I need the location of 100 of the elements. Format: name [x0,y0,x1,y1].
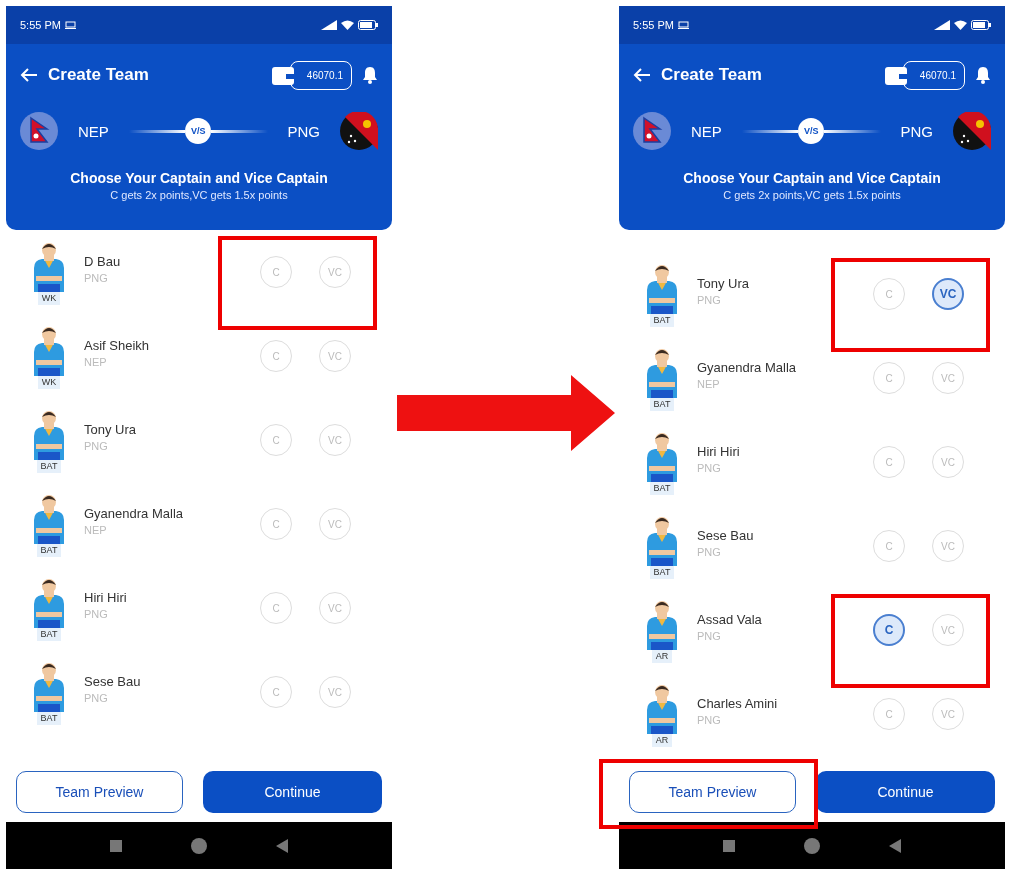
role-badge: AR [651,650,673,663]
back-arrow-icon[interactable] [633,67,651,83]
bell-icon[interactable] [975,66,991,84]
player-name: Gyanendra Malla [697,360,797,375]
vice-captain-toggle[interactable]: VC [319,676,351,708]
status-time: 5:55 PM [633,19,674,31]
bell-icon[interactable] [362,66,378,84]
wifi-icon [954,20,967,30]
vice-captain-toggle[interactable]: VC [319,592,351,624]
player-name: Charles Amini [697,696,779,711]
back-icon[interactable] [889,838,901,853]
vice-captain-toggle[interactable]: VC [932,278,964,310]
flag-icon [340,112,378,150]
role-badge: AR [651,734,673,747]
captain-toggle[interactable]: C [873,278,905,310]
player-team: PNG [84,608,109,620]
team-code: PNG [287,122,320,140]
status-time: 5:55 PM [20,19,61,31]
instruction-title: Choose Your Captain and Vice Captain [69,170,329,186]
role-badge: BAT [649,398,675,411]
team-code: PNG [900,122,933,140]
player-team: PNG [697,546,722,558]
vice-captain-toggle[interactable]: VC [319,424,351,456]
captain-toggle[interactable]: C [260,676,292,708]
player-team: PNG [84,272,109,284]
captain-toggle[interactable]: C [260,340,292,372]
role-badge: BAT [649,566,675,579]
captain-toggle[interactable]: C [873,446,905,478]
player-name: Assad Vala [697,612,763,627]
captain-toggle[interactable]: C [873,530,905,562]
player-name: D Bau [84,254,122,269]
screen-icon [64,21,76,29]
vice-captain-toggle[interactable]: VC [932,614,964,646]
role-badge: BAT [36,712,62,725]
role-badge: WK [37,292,61,305]
instruction-subtitle: C gets 2x points,VC gets 1.5x points [722,189,902,201]
back-arrow-icon[interactable] [20,67,38,83]
flag-icon [953,112,991,150]
screen-icon [677,21,689,29]
player-team: PNG [697,462,722,474]
captain-toggle[interactable]: C [260,592,292,624]
captain-toggle[interactable]: C [873,698,905,730]
vice-captain-toggle[interactable]: VC [932,530,964,562]
signal-icon [321,20,337,30]
player-name: Tony Ura [84,422,138,437]
role-badge: BAT [36,628,62,641]
team-preview-button[interactable]: Team Preview [629,771,796,813]
wifi-icon [341,20,354,30]
instruction-subtitle: C gets 2x points,VC gets 1.5x points [109,189,289,201]
vice-captain-toggle[interactable]: VC [932,362,964,394]
role-badge: BAT [649,314,675,327]
vice-captain-toggle[interactable]: VC [319,508,351,540]
wallet-icon[interactable] [884,65,907,85]
vice-captain-toggle[interactable]: VC [932,698,964,730]
versus-badge: V/S [185,118,212,144]
vice-captain-toggle[interactable]: VC [932,446,964,478]
player-name: Hiri Hiri [84,590,128,605]
role-badge: BAT [36,544,62,557]
player-name: Tony Ura [697,276,751,291]
back-icon[interactable] [276,838,288,853]
instruction-title: Choose Your Captain and Vice Captain [682,170,942,186]
wallet-icon[interactable] [271,65,294,85]
vice-captain-toggle[interactable]: VC [319,256,351,288]
home-icon[interactable] [190,836,208,855]
player-name: Asif Sheikh [84,338,151,353]
captain-toggle[interactable]: C [873,362,905,394]
player-team: PNG [697,714,722,726]
role-badge: BAT [649,482,675,495]
player-name: Sese Bau [84,674,142,689]
player-name: Gyanendra Malla [84,506,184,521]
team-preview-button[interactable]: Team Preview [16,771,183,813]
vice-captain-toggle[interactable]: VC [319,340,351,372]
role-badge: WK [37,376,61,389]
player-team: NEP [697,378,721,390]
role-badge: BAT [36,460,62,473]
continue-button[interactable]: Continue [816,771,995,813]
player-team: NEP [84,356,108,368]
player-name: Hiri Hiri [697,444,741,459]
captain-toggle[interactable]: C [260,256,292,288]
player-team: PNG [697,294,722,306]
player-team: PNG [84,692,109,704]
flag-icon [20,112,58,150]
player-team: PNG [697,630,722,642]
captain-toggle[interactable]: C [873,614,905,646]
recent-apps-icon[interactable] [110,839,122,852]
continue-button[interactable]: Continue [203,771,382,813]
recent-apps-icon[interactable] [723,839,735,852]
flag-icon [633,112,671,150]
home-icon[interactable] [803,836,821,855]
team-code: NEP [691,122,722,140]
player-team: PNG [84,440,109,452]
battery-icon [358,20,378,30]
player-team: NEP [84,524,108,536]
captain-toggle[interactable]: C [260,424,292,456]
captain-toggle[interactable]: C [260,508,292,540]
versus-badge: V/S [798,118,825,144]
team-code: NEP [78,122,109,140]
battery-icon [971,20,991,30]
page-title: Create Team [661,65,762,85]
page-title: Create Team [48,65,149,85]
